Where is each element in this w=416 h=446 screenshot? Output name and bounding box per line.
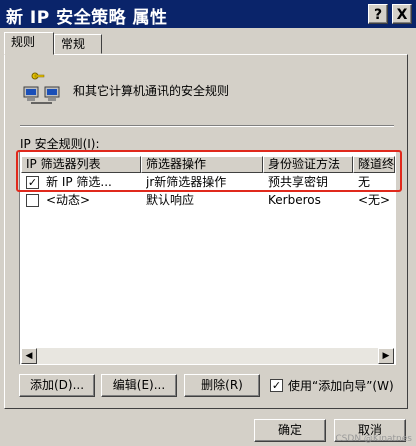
rule-auth-method: Kerberos — [268, 193, 321, 207]
arrow-left-icon[interactable]: ◀ — [21, 348, 37, 364]
title-bar: 新 IP 安全策略 属性 ? X — [0, 0, 416, 28]
rule-tunnel: <无> — [358, 193, 391, 207]
rule-filter-list: <动态> — [46, 193, 91, 207]
rule-filter-action: jr新筛选器操作 — [146, 175, 227, 189]
table-row[interactable]: <动态> 默认响应 Kerberos <无> — [20, 191, 395, 209]
edit-button[interactable]: 编辑(E)... — [101, 374, 177, 397]
remove-button[interactable]: 删除(R) — [184, 374, 260, 397]
window-title: 新 IP 安全策略 属性 — [6, 8, 168, 28]
watermark: CSDN @Kinatnes — [335, 434, 412, 444]
tab-strip: 规则 常规 — [0, 30, 416, 55]
rule-filter-list: 新 IP 筛选... — [46, 175, 112, 189]
arrow-right-icon[interactable]: ▶ — [378, 348, 394, 364]
rule-checkbox[interactable] — [26, 194, 39, 207]
rule-tunnel: 无 — [358, 175, 371, 189]
column-header-tunnel[interactable]: 隧道终 — [353, 156, 395, 173]
rules-list-label: IP 安全规则(I): — [20, 137, 100, 151]
tab-general[interactable]: 常规 — [54, 34, 102, 54]
help-button[interactable]: ? — [368, 4, 388, 24]
add-wizard-checkbox[interactable]: ✓ — [270, 379, 283, 392]
network-computers-icon — [23, 72, 60, 104]
tab-general-label: 常规 — [61, 37, 86, 51]
add-button[interactable]: 添加(D)... — [19, 374, 95, 397]
tab-rules-label: 规则 — [11, 35, 36, 49]
column-header-filter-list[interactable]: IP 筛选器列表 — [21, 156, 141, 173]
rules-list[interactable]: IP 筛选器列表 筛选器操作 身份验证方法 隧道终 ✓ 新 IP 筛选... j… — [19, 151, 396, 365]
table-row[interactable]: ✓ 新 IP 筛选... jr新筛选器操作 预共享密钥 无 — [20, 173, 395, 191]
rule-filter-action: 默认响应 — [146, 193, 195, 207]
column-header-auth-method[interactable]: 身份验证方法 — [263, 156, 353, 173]
close-button[interactable]: X — [392, 4, 412, 24]
horizontal-scrollbar[interactable]: ◀ ▶ — [21, 348, 394, 364]
rule-auth-method: 预共享密钥 — [268, 175, 329, 189]
column-header-filter-action[interactable]: 筛选器操作 — [141, 156, 263, 173]
tab-rules[interactable]: 规则 — [4, 32, 54, 55]
add-wizard-label: 使用“添加向导”(W) — [288, 379, 394, 393]
divider — [20, 125, 394, 127]
policy-description: 和其它计算机通讯的安全规则 — [73, 84, 230, 98]
rule-checkbox[interactable]: ✓ — [26, 176, 39, 189]
ok-button[interactable]: 确定 — [254, 419, 326, 442]
